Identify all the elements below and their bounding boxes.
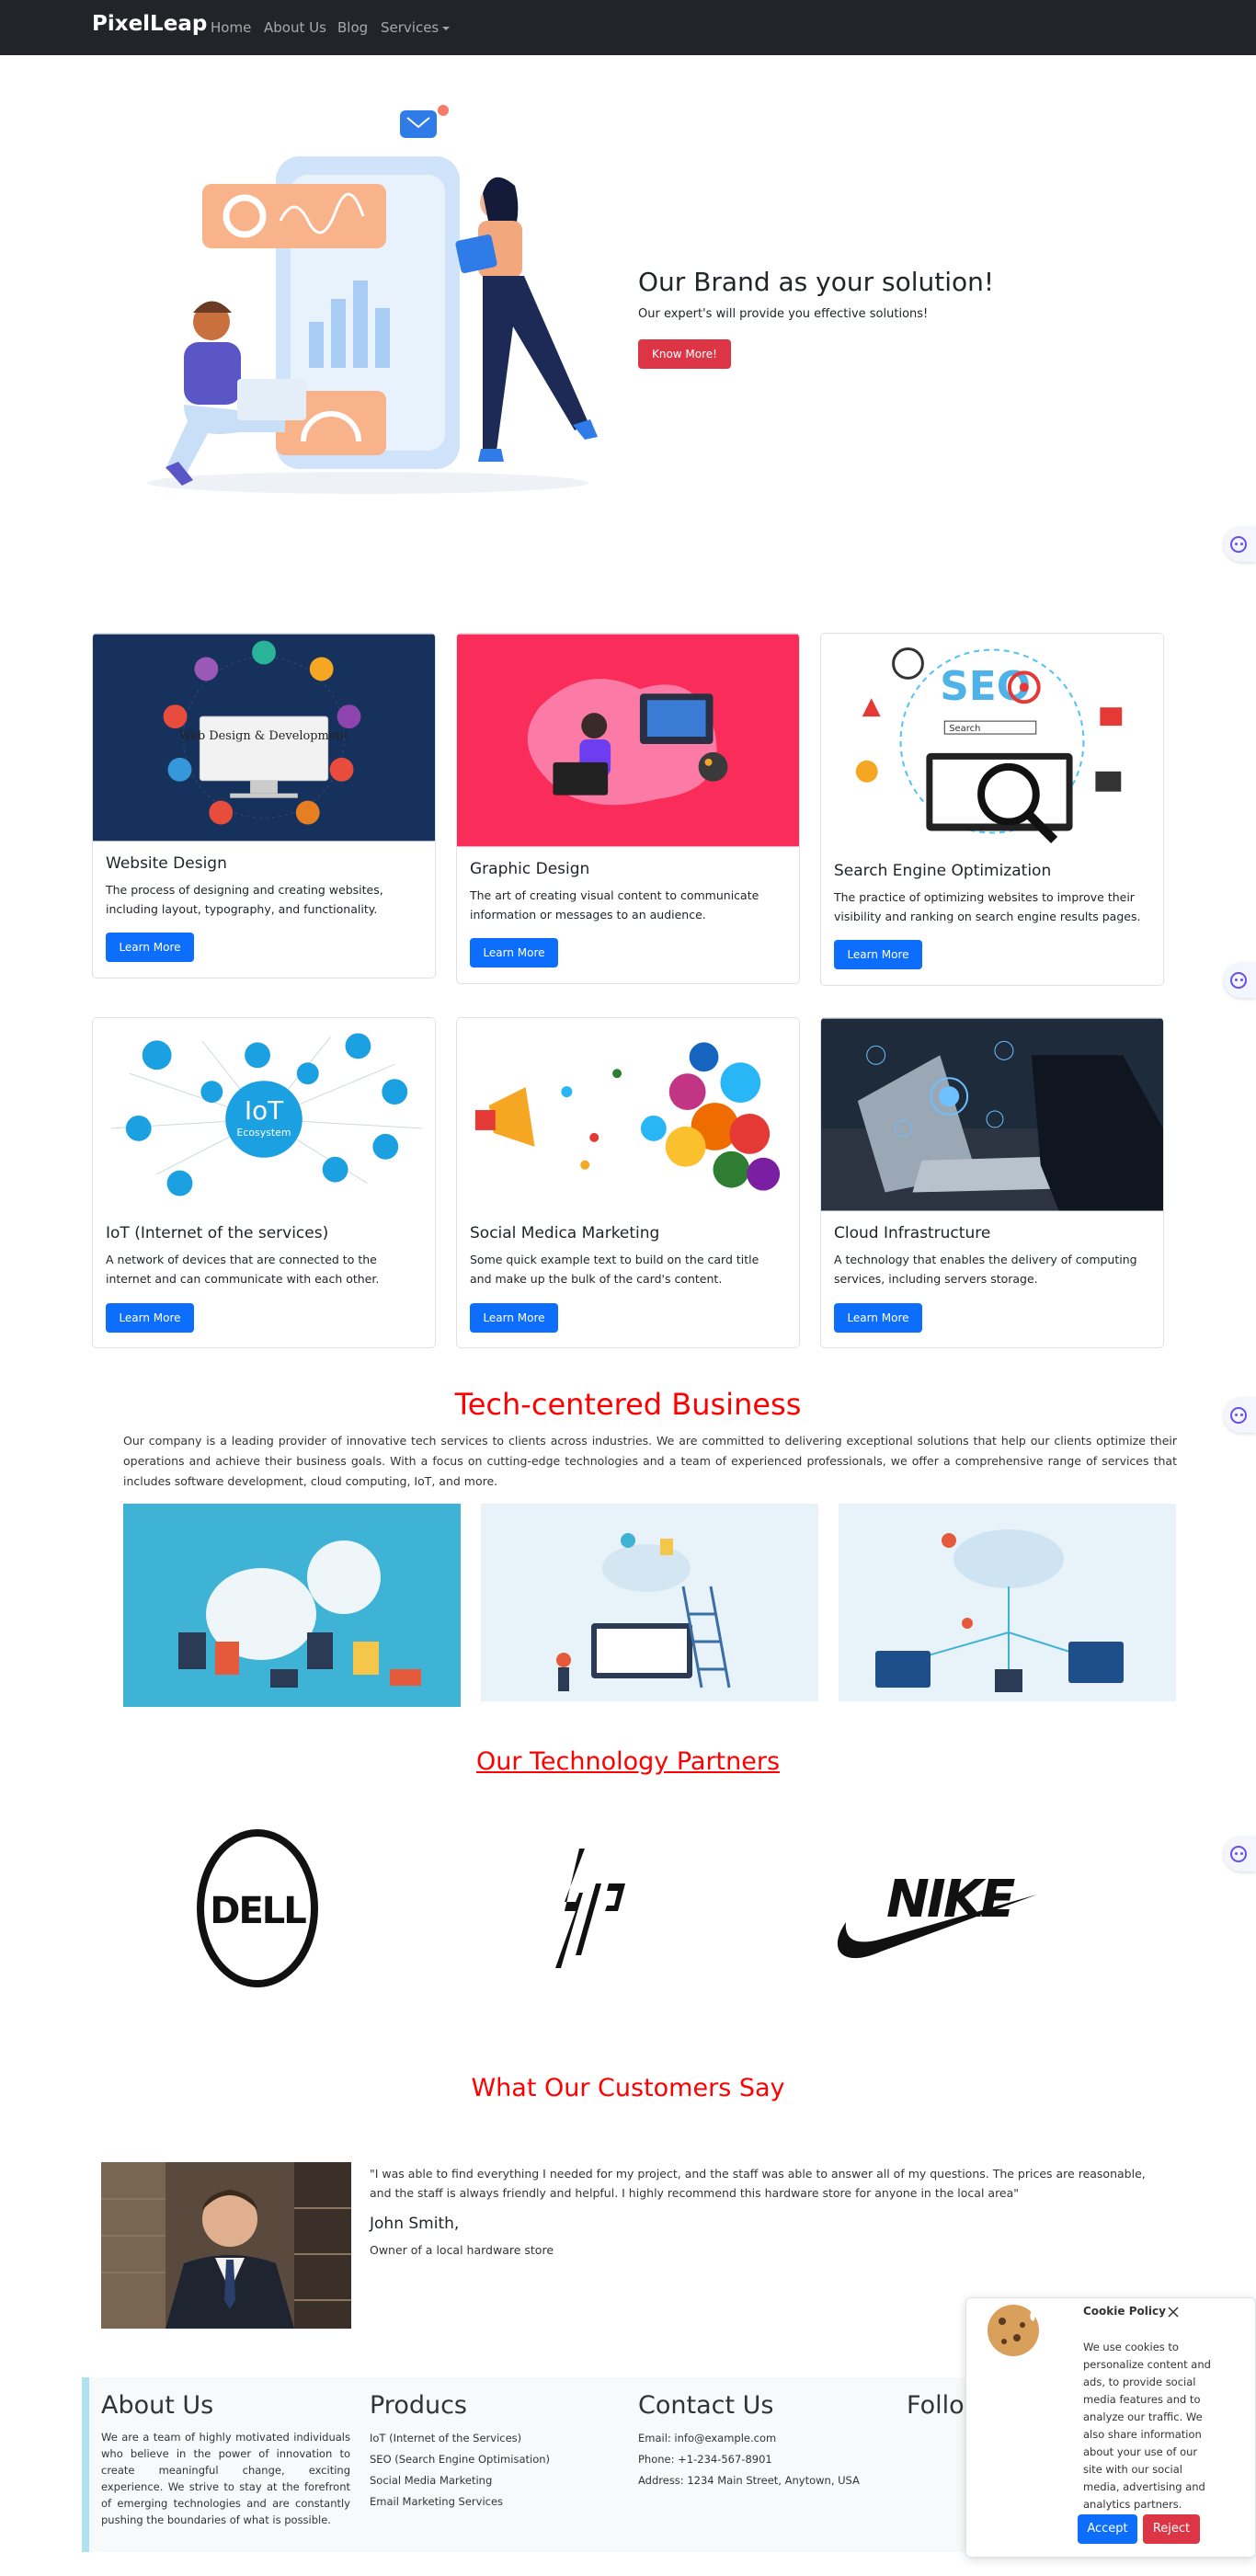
footer-contact-email[interactable]: Email: info@example.com: [638, 2432, 776, 2444]
cookie-policy-text: We use cookies to personalize content an…: [1083, 2341, 1211, 2511]
footer-product-link[interactable]: SEO (Search Engine Optimisation): [370, 2453, 550, 2466]
footer-about-title: About Us: [101, 2391, 214, 2420]
nav-blog[interactable]: Blog: [337, 19, 368, 36]
testimonial-name: John Smith,: [370, 2215, 460, 2233]
cookie-policy-title: Cookie Policy: [1083, 2305, 1166, 2318]
cloud-devices-illustration: [481, 1504, 818, 1701]
seo-image: SEO Search: [821, 634, 1163, 849]
nike-logo: NIKE: [837, 1870, 1037, 1959]
dell-logo-text: DELL: [210, 1890, 306, 1932]
testimonial-role: Owner of a local hardware store: [370, 2243, 554, 2257]
web-design-label: Web Design & Development: [179, 729, 349, 743]
footer-contact-title: Contact Us: [638, 2391, 774, 2420]
learn-more-button[interactable]: Learn More: [470, 1303, 558, 1333]
accessibility-widget-icon[interactable]: [1224, 1837, 1256, 1872]
testimonial-quote: "I was able to find everything I needed …: [370, 2167, 1146, 2200]
card-text: Some quick example text to build on the …: [470, 1253, 759, 1286]
dell-logo: DELL: [197, 1829, 318, 1987]
service-card-graphic-design: Graphic Design The art of creating visua…: [456, 633, 800, 984]
hp-logo: [555, 1849, 625, 1968]
tech-section-title: Tech-centered Business: [454, 1387, 802, 1422]
nav-about-us[interactable]: About Us: [264, 19, 326, 36]
card-title: Website Design: [106, 854, 227, 873]
customers-section-title: What Our Customers Say: [471, 2074, 785, 2102]
hero-illustration: [147, 105, 598, 494]
learn-more-button[interactable]: Learn More: [834, 940, 922, 969]
card-title: Graphic Design: [470, 860, 590, 878]
nav-home[interactable]: Home: [211, 19, 251, 36]
footer-product-link[interactable]: IoT (Internet of the Services): [370, 2432, 521, 2444]
hero-subtitle: Our expert's will provide you effective …: [638, 307, 929, 321]
card-text: The process of designing and creating we…: [106, 883, 383, 916]
close-icon[interactable]: [1166, 2305, 1181, 2319]
know-more-button[interactable]: Know More!: [638, 339, 731, 369]
seo-label: SEO: [940, 663, 1031, 710]
iot-image: IoT Ecosystem: [93, 1018, 435, 1211]
learn-more-button[interactable]: Learn More: [834, 1303, 922, 1333]
cloud-infrastructure-image: [821, 1018, 1163, 1211]
seo-search-label: Search: [949, 724, 980, 734]
website-design-image: Web Design & Development: [93, 634, 435, 841]
service-card-iot: IoT Ecosystem IoT (Internet of the servi…: [92, 1017, 436, 1348]
card-text: The art of creating visual content to co…: [470, 888, 759, 922]
footer-product-link[interactable]: Email Marketing Services: [370, 2495, 503, 2508]
customer-photo: [101, 2162, 351, 2329]
brand-logo[interactable]: PixelLeap: [92, 12, 207, 36]
learn-more-button[interactable]: Learn More: [470, 938, 558, 967]
cookie-icon: [988, 2305, 1039, 2356]
iot-sub-label: Ecosystem: [236, 1127, 291, 1139]
footer-product-link[interactable]: Social Media Marketing: [370, 2474, 492, 2487]
footer-products-title: Producs: [370, 2391, 467, 2420]
social-media-image: [457, 1018, 799, 1211]
card-title: Search Engine Optimization: [834, 862, 1052, 880]
navbar: PixelLeap Home About Us Blog Services: [0, 0, 1256, 55]
iot-label: IoT: [245, 1095, 284, 1126]
card-text: A network of devices that are connected …: [106, 1253, 380, 1286]
graphic-design-image: [457, 634, 799, 847]
nav-services-dropdown[interactable]: Services: [381, 19, 451, 36]
card-title: Cloud Infrastructure: [834, 1224, 991, 1242]
nav-services-label: Services: [381, 19, 440, 36]
hero-title: Our Brand as your solution!: [638, 267, 995, 297]
card-title: Social Medica Marketing: [470, 1224, 660, 1242]
reject-cookies-button[interactable]: Reject: [1143, 2514, 1200, 2544]
learn-more-button[interactable]: Learn More: [106, 933, 194, 962]
accept-cookies-button[interactable]: Accept: [1078, 2514, 1137, 2544]
tech-team-illustration: [123, 1504, 461, 1707]
cloud-network-illustration: [839, 1504, 1176, 1701]
service-card-seo: SEO Search Search Engine Optimization Th…: [820, 633, 1164, 986]
footer-follow-title: Follo: [907, 2391, 965, 2420]
footer-contact-address: Address: 1234 Main Street, Anytown, USA: [638, 2474, 860, 2487]
caret-down-icon: [442, 26, 451, 30]
learn-more-button[interactable]: Learn More: [106, 1303, 194, 1333]
footer-contact-phone[interactable]: Phone: +1-234-567-8901: [638, 2453, 772, 2466]
service-card-social-media: Social Medica Marketing Some quick examp…: [456, 1017, 800, 1348]
accessibility-widget-icon[interactable]: [1224, 963, 1256, 998]
partners-section-title: Our Technology Partners: [475, 1747, 781, 1776]
card-title: IoT (Internet of the services): [106, 1224, 329, 1242]
service-card-cloud: Cloud Infrastructure A technology that e…: [820, 1017, 1164, 1348]
service-card-website-design: Web Design & Development Website Design …: [92, 633, 436, 979]
card-text: The practice of optimizing websites to i…: [834, 890, 1141, 923]
tech-section-paragraph: Our company is a leading provider of inn…: [123, 1434, 1177, 1488]
accessibility-widget-icon[interactable]: [1224, 527, 1256, 562]
footer-about-text: We are a team of highly motivated indivi…: [101, 2431, 350, 2526]
card-text: A technology that enables the delivery o…: [834, 1253, 1137, 1286]
